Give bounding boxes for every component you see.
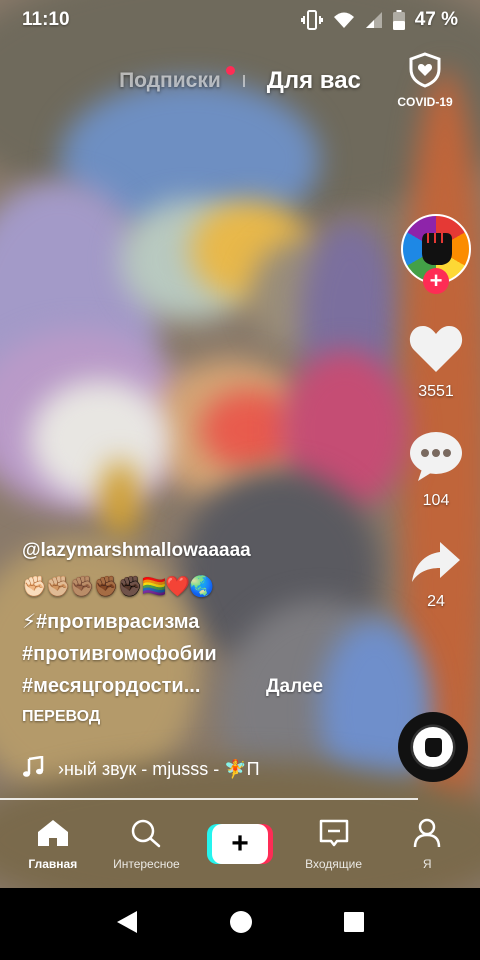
search-icon <box>130 818 162 853</box>
create-button[interactable]: + <box>206 824 273 864</box>
back-icon[interactable] <box>115 909 139 940</box>
video-caption: @lazymarshmallowaaaaa ✊🏻✊🏼✊🏽✊🏾✊🏿🏳️‍🌈❤️🌏 … <box>22 540 382 726</box>
covid-label: COVID-19 <box>397 95 453 109</box>
signal-icon <box>365 11 383 29</box>
battery-percent: 47 % <box>414 9 458 30</box>
nav-home[interactable]: Главная <box>8 818 98 871</box>
shield-heart-icon <box>408 52 442 92</box>
wifi-icon <box>333 11 355 29</box>
notification-dot <box>225 66 235 75</box>
hashtag-against-racism[interactable]: ⚡#противрасизма <box>22 606 382 638</box>
music-title: ›ный звук - mjusss - 🧚П <box>58 759 260 779</box>
bottom-nav: Главная Интересное + Входящие Я <box>0 800 480 888</box>
music-info[interactable]: ›ный звук - mjusss - 🧚П <box>22 755 322 783</box>
nav-inbox[interactable]: Входящие <box>289 818 379 871</box>
covid-info-button[interactable]: COVID-19 <box>392 52 458 109</box>
home-icon <box>35 818 71 853</box>
nav-home-label: Главная <box>28 856 78 871</box>
nav-inbox-label: Входящие <box>305 856 363 871</box>
nav-create[interactable]: + <box>195 824 285 864</box>
inbox-icon <box>318 818 350 853</box>
author-username[interactable]: @lazymarshmallowaaaaa <box>22 540 382 562</box>
follow-button[interactable]: + <box>423 268 449 294</box>
comment-button[interactable]: 104 <box>408 431 464 510</box>
tab-divider <box>242 75 245 87</box>
tab-following[interactable]: Подписки <box>119 66 235 93</box>
like-button[interactable]: 3551 <box>408 324 464 401</box>
more-button[interactable]: Далее <box>266 676 323 698</box>
disc-cover <box>413 727 453 767</box>
hashtag-pride-month[interactable]: #месяцгордости... <box>22 670 382 702</box>
music-note-icon <box>22 755 44 783</box>
profile-icon <box>412 818 442 853</box>
status-bar: 11:10 47 % <box>0 0 480 40</box>
vibrate-icon <box>300 10 323 30</box>
share-count: 24 <box>427 593 445 610</box>
hashtag-against-homophobia[interactable]: #противгомофобии <box>22 638 382 670</box>
share-button[interactable]: 24 <box>410 540 462 611</box>
system-nav-bar <box>0 888 480 960</box>
battery-icon <box>392 10 405 30</box>
heart-icon <box>408 324 464 379</box>
recents-icon[interactable] <box>343 911 365 938</box>
action-rail: + 3551 104 24 <box>400 214 472 611</box>
like-count: 3551 <box>418 383 454 400</box>
share-icon <box>410 540 462 589</box>
home-circle-icon[interactable] <box>229 910 253 939</box>
plus-icon: + <box>211 824 268 864</box>
nav-discover[interactable]: Интересное <box>101 818 191 871</box>
nav-me-label: Я <box>422 856 432 871</box>
nav-discover-label: Интересное <box>113 856 180 871</box>
translate-button[interactable]: ПЕРЕВОД <box>22 708 382 726</box>
tab-for-you[interactable]: Для вас <box>267 67 361 95</box>
status-time: 11:10 <box>22 9 70 30</box>
comment-count: 104 <box>422 492 450 509</box>
caption-emojis: ✊🏻✊🏼✊🏽✊🏾✊🏿🏳️‍🌈❤️🌏 <box>22 576 214 598</box>
music-disc[interactable] <box>398 712 468 782</box>
nav-me[interactable]: Я <box>382 818 472 871</box>
comment-icon <box>408 431 464 488</box>
